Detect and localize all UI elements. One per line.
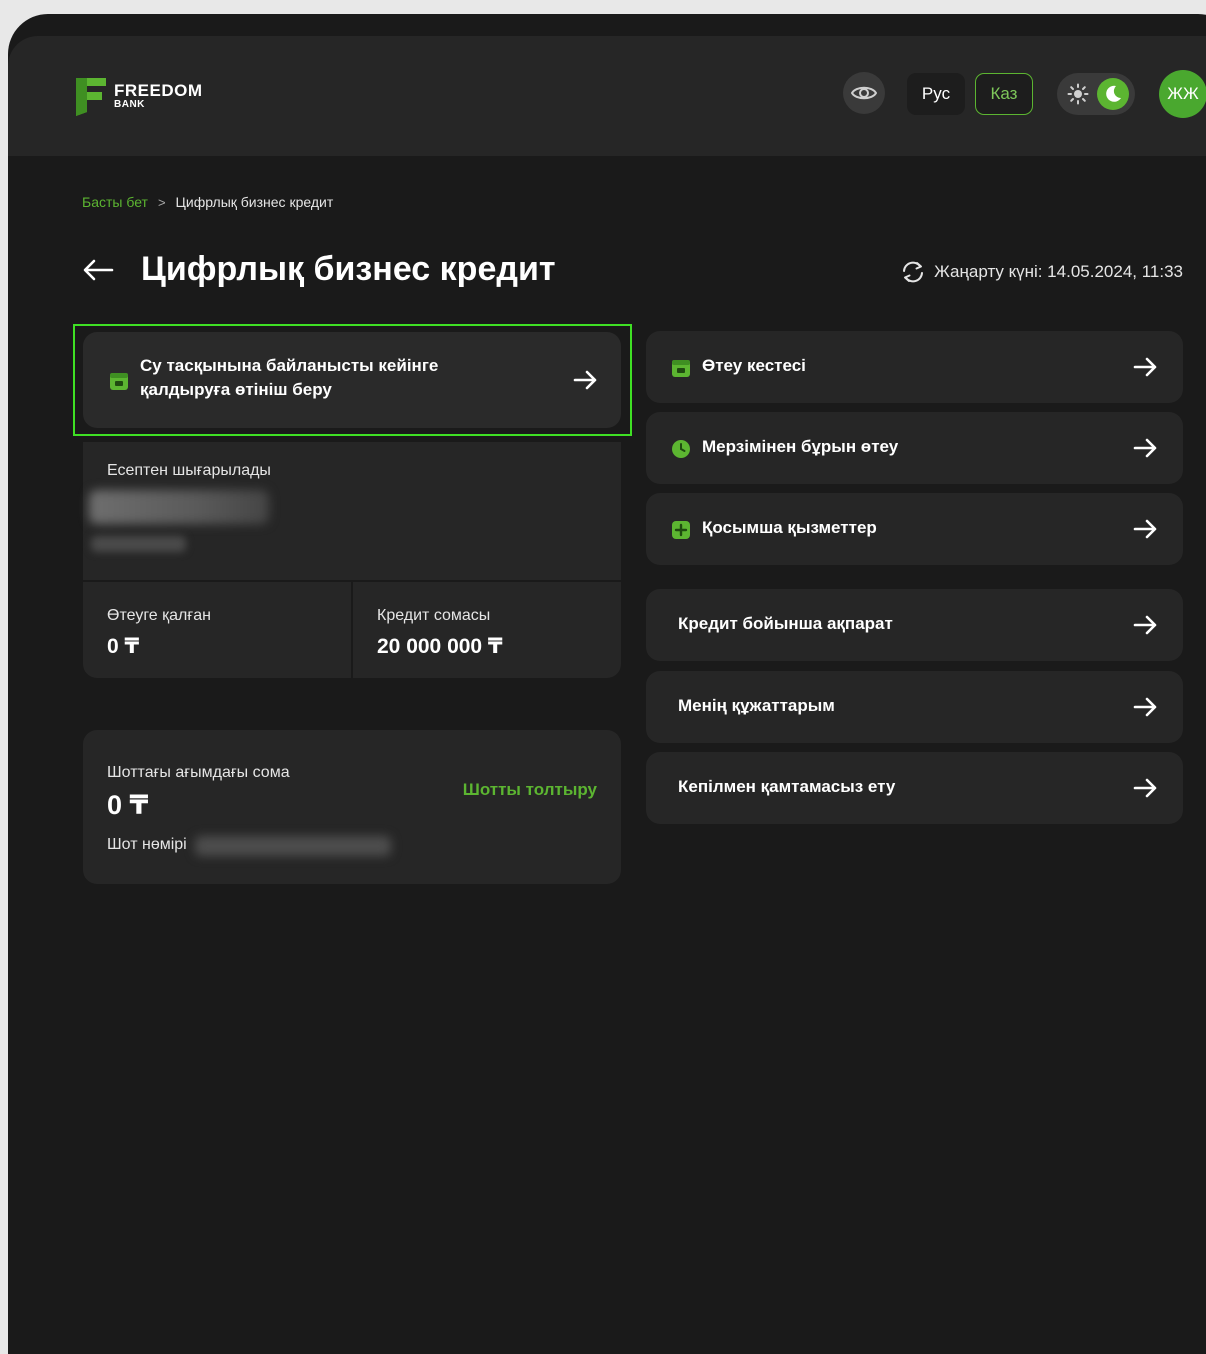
theme-toggle[interactable] bbox=[1057, 73, 1135, 115]
calendar-icon bbox=[672, 360, 690, 377]
balance-label: Шоттағы ағымдағы сома bbox=[107, 764, 290, 781]
breadcrumb-current: Цифрлық бизнес кредит bbox=[175, 194, 334, 210]
eye-icon bbox=[851, 86, 877, 100]
early-repayment-button[interactable]: Мерзімінен бұрын өтеу bbox=[646, 412, 1183, 484]
balance-value: 0 ₸ bbox=[107, 790, 149, 820]
freedom-bank-logo[interactable]: FREEDOM BANK bbox=[74, 76, 203, 116]
hide-balance-button[interactable] bbox=[843, 72, 885, 114]
action-label: Менің құжаттарым bbox=[678, 696, 835, 715]
breadcrumb-separator: > bbox=[157, 194, 166, 210]
calendar-icon bbox=[110, 373, 128, 390]
remaining-label: Өтеуге қалған bbox=[107, 607, 211, 624]
divider bbox=[351, 582, 353, 678]
loan-info-button[interactable]: Кредит бойынша ақпарат bbox=[646, 589, 1183, 661]
language-ru-button[interactable]: Рус bbox=[907, 73, 965, 115]
page-title: Цифрлық бизнес кредит bbox=[141, 250, 556, 288]
sun-icon bbox=[1067, 83, 1089, 105]
account-balance-card: Шоттағы ағымдағы сома 0 ₸ Шотты толтыру … bbox=[83, 730, 621, 884]
arrow-right-icon bbox=[573, 370, 597, 390]
topup-account-link[interactable]: Шотты толтыру bbox=[463, 780, 597, 800]
language-kz-button[interactable]: Каз bbox=[975, 73, 1033, 115]
hidden-account-number bbox=[195, 836, 391, 856]
repayment-schedule-button[interactable]: Өтеу кестесі bbox=[646, 331, 1183, 403]
deferral-request-text: Су тасқынына байланысты кейінге қалдыруғ… bbox=[140, 356, 439, 399]
arrow-right-icon bbox=[1133, 778, 1157, 798]
back-button[interactable] bbox=[82, 258, 114, 287]
loan-amount-label: Кредит сомасы bbox=[377, 607, 491, 624]
breadcrumb-home-link[interactable]: Басты бет bbox=[82, 194, 148, 210]
arrow-right-icon bbox=[1133, 438, 1157, 458]
freedom-logo-icon bbox=[76, 78, 106, 116]
additional-services-button[interactable]: Қосымша қызметтер bbox=[646, 493, 1183, 565]
user-avatar[interactable]: ЖЖ bbox=[1159, 70, 1206, 118]
moon-icon bbox=[1106, 85, 1121, 102]
loan-summary-card: Есептен шығарылады Өтеуге қалған 0 ₸ Кре… bbox=[83, 442, 621, 678]
app-frame: FREEDOM BANK Рус Каз ЖЖ Басты бет > Цифр… bbox=[8, 14, 1206, 1354]
action-label: Кредит бойынша ақпарат bbox=[678, 614, 893, 633]
deferral-request-card[interactable]: Су тасқынына байланысты кейінге қалдыруғ… bbox=[83, 332, 621, 428]
arrow-left-icon bbox=[83, 259, 114, 281]
breadcrumb: Басты бет > Цифрлық бизнес кредит bbox=[82, 194, 333, 210]
arrow-right-icon bbox=[1133, 697, 1157, 717]
refresh-icon[interactable] bbox=[900, 260, 926, 284]
action-label: Қосымша қызметтер bbox=[702, 518, 877, 537]
update-info: Жаңарту күні: 14.05.2024, 11:33 bbox=[900, 260, 1183, 284]
clock-icon bbox=[672, 440, 690, 458]
action-label: Мерзімінен бұрын өтеу bbox=[702, 437, 899, 456]
action-label: Өтеу кестесі bbox=[702, 356, 806, 375]
plus-square-icon bbox=[672, 521, 690, 539]
writeoff-label: Есептен шығарылады bbox=[107, 462, 271, 479]
action-label: Кепілмен қамтамасыз ету bbox=[678, 777, 896, 796]
top-bar: FREEDOM BANK Рус Каз ЖЖ bbox=[8, 36, 1206, 156]
arrow-right-icon bbox=[1133, 519, 1157, 539]
update-timestamp: Жаңарту күні: 14.05.2024, 11:33 bbox=[934, 262, 1183, 281]
logo-text-line1: FREEDOM bbox=[114, 81, 203, 100]
theme-toggle-knob bbox=[1097, 78, 1129, 110]
collateral-button[interactable]: Кепілмен қамтамасыз ету bbox=[646, 752, 1183, 824]
hidden-writeoff-amount bbox=[89, 490, 269, 524]
loan-amount-value: 20 000 000 ₸ bbox=[377, 635, 503, 658]
account-number-label: Шот нөмірі bbox=[107, 836, 187, 853]
arrow-right-icon bbox=[1133, 357, 1157, 377]
remaining-value: 0 ₸ bbox=[107, 635, 140, 658]
logo-text-line2: BANK bbox=[114, 99, 145, 110]
my-documents-button[interactable]: Менің құжаттарым bbox=[646, 671, 1183, 743]
arrow-right-icon bbox=[1133, 615, 1157, 635]
hidden-writeoff-date bbox=[91, 536, 186, 552]
